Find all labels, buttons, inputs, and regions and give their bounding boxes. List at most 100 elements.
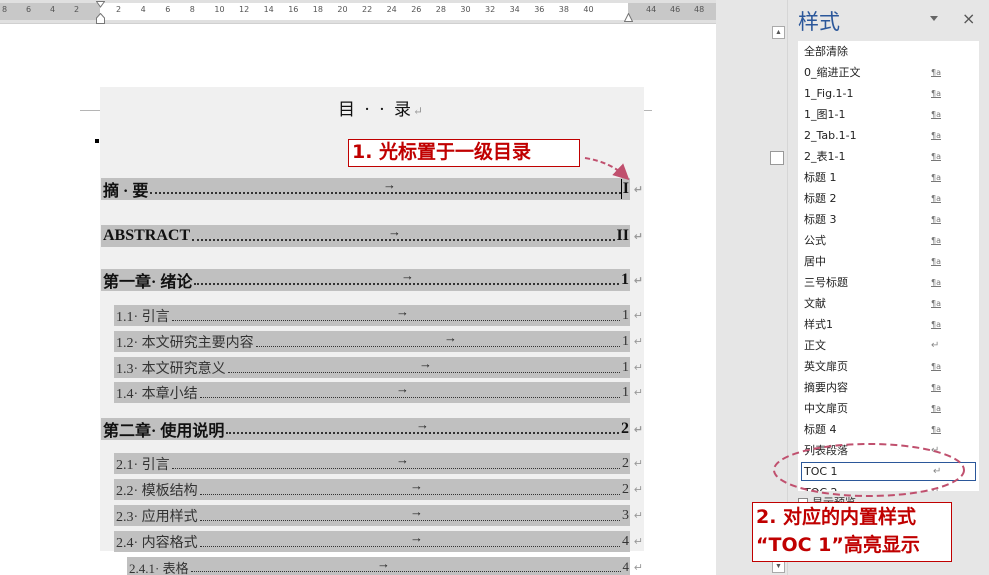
toc-page-number: 2 xyxy=(622,481,629,497)
style-item-selected[interactable]: TOC 1 ↵ xyxy=(800,461,977,482)
ruler-tick: 10 xyxy=(214,5,225,14)
toc-entry-level2[interactable]: 2.2· 模板结构 → 2 ↵ xyxy=(114,478,643,500)
toc-page-number: II xyxy=(616,227,629,244)
linked-style-icon: ¶a xyxy=(931,68,941,77)
toc-entry-text: 2.1· 引言 xyxy=(116,457,170,473)
style-item[interactable]: 正文 ↵ xyxy=(798,335,979,356)
toc-entry-text: 1.4· 本章小结 xyxy=(116,386,198,402)
ruler-tick: 38 xyxy=(558,5,569,14)
ruler-tick: 18 xyxy=(312,5,323,14)
ruler-tick: 2 xyxy=(74,5,80,14)
toc-entry-text: 2.4.1· 表格 xyxy=(129,560,189,575)
toc-entry-text: 2.4· 内容格式 xyxy=(116,535,198,551)
toc-page-number: 3 xyxy=(622,507,629,523)
annotation-callout-step1: 1. 光标置于一级目录 xyxy=(348,139,580,167)
tab-arrow-icon: → xyxy=(419,356,432,371)
style-item-label: 标题 1 xyxy=(804,171,837,184)
style-item[interactable]: 样式1 ¶a xyxy=(798,314,979,335)
toc-entry-level1[interactable]: ABSTRACT → II ↵ xyxy=(101,224,643,247)
style-item[interactable]: 全部清除 xyxy=(798,41,979,62)
style-item[interactable]: TOC 2 ↵ xyxy=(798,482,979,491)
toc-page-number: 1 xyxy=(622,384,629,400)
callout-step2-line1: 2. 对应的内置样式 xyxy=(756,506,917,528)
linked-style-icon: ¶a xyxy=(931,236,941,245)
linked-style-icon: ¶a xyxy=(931,320,941,329)
paragraph-mark: ↵ xyxy=(633,309,643,322)
toc-entry-level2[interactable]: 2.1· 引言 → 2 ↵ xyxy=(114,452,643,474)
toc-entry-text: 1.3· 本文研究意义 xyxy=(116,361,226,377)
scrollbar-thumb[interactable] xyxy=(770,151,784,165)
paragraph-anchor-mark xyxy=(95,139,99,143)
toc-entry-level2[interactable]: 1.4· 本章小结 → 1 ↵ xyxy=(114,381,643,403)
ruler-tick: 40 xyxy=(583,5,594,14)
left-indent-marker[interactable] xyxy=(96,13,105,24)
toc-entry-level2[interactable]: 2.4· 内容格式 → 4 ↵ xyxy=(114,530,643,552)
toc-entry-text: 2.2· 模板结构 xyxy=(116,483,198,499)
first-line-indent-marker[interactable] xyxy=(96,1,105,10)
paragraph-mark: ↵ xyxy=(633,361,643,374)
toc-entry-level1[interactable]: 第二章· 使用说明 → 2 ↵ xyxy=(101,417,643,440)
toc-entry-level3[interactable]: 2.4.1· 表格 → 4 ↵ xyxy=(127,556,643,575)
linked-style-icon: ¶a xyxy=(931,383,941,392)
ruler-tick: 48 xyxy=(694,5,705,14)
scroll-up-button[interactable]: ▲ xyxy=(772,26,785,39)
paragraph-mark: ↵ xyxy=(633,182,643,196)
style-item[interactable]: 列表段落 ↵ xyxy=(798,440,979,461)
margin-corner-mark xyxy=(80,110,102,111)
linked-style-icon: ¶a xyxy=(931,152,941,161)
style-item[interactable]: 英文扉页 ¶a xyxy=(798,356,979,377)
ruler-tick: 8 xyxy=(2,5,8,14)
right-indent-marker[interactable] xyxy=(624,13,633,22)
toc-page-number: 4 xyxy=(622,559,630,574)
horizontal-ruler[interactable]: 8 6 4 2 2 4 6 8 10 12 14 16 18 20 22 24 26 28 30 32 34 36 38 40… xyxy=(0,0,716,24)
style-item[interactable]: 摘要内容 ¶a xyxy=(798,377,979,398)
ruler-tick: 36 xyxy=(534,5,545,14)
ruler-tick: 32 xyxy=(485,5,496,14)
ruler-tick: 20 xyxy=(337,5,348,14)
style-item[interactable]: 标题 2 ¶a xyxy=(798,188,979,209)
toc-dot-leader xyxy=(198,382,622,403)
paragraph-mark: ↵ xyxy=(633,457,643,470)
style-list[interactable]: 全部清除 0_缩进正文 ¶a 1_Fig.1-1 ¶a 1_图1-1 ¶a 2_Tab.1-1… xyxy=(798,41,979,491)
style-item[interactable]: 公式 ¶a xyxy=(798,230,979,251)
toc-entry-level1[interactable]: 第一章· 绪论 → 1 ↵ xyxy=(101,268,643,291)
scroll-up-icon: ▲ xyxy=(775,29,782,36)
ruler-tick: 46 xyxy=(670,5,681,14)
toc-entry-level1[interactable]: 摘 · 要 → I ↵ xyxy=(101,177,643,200)
linked-style-icon: ¶a xyxy=(931,362,941,371)
toc-dot-leader xyxy=(254,331,622,352)
pane-options-dropdown-icon[interactable] xyxy=(928,12,940,24)
style-item[interactable]: 2_表1-1 ¶a xyxy=(798,146,979,167)
tab-arrow-icon: → xyxy=(401,268,414,283)
toc-entry-level2[interactable]: 1.2· 本文研究主要内容 → 1 ↵ xyxy=(114,330,643,352)
style-item[interactable]: 1_图1-1 ¶a xyxy=(798,104,979,125)
toc-entry-level2[interactable]: 2.3· 应用样式 → 3 ↵ xyxy=(114,504,643,526)
style-item[interactable]: 标题 1 ¶a xyxy=(798,167,979,188)
style-item[interactable]: 文献 ¶a xyxy=(798,293,979,314)
style-item[interactable]: 标题 4 ¶a xyxy=(798,419,979,440)
style-item[interactable]: 中文扉页 ¶a xyxy=(798,398,979,419)
style-item[interactable]: 三号标题 ¶a xyxy=(798,272,979,293)
style-item-label: 标题 4 xyxy=(804,423,837,436)
document-area: 8 6 4 2 2 4 6 8 10 12 14 16 18 20 22 24 26 28 30 32 34 36 38 40… xyxy=(0,0,716,575)
style-item[interactable]: 1_Fig.1-1 ¶a xyxy=(798,83,979,104)
scroll-down-icon: ▼ xyxy=(775,563,782,570)
tab-arrow-icon: → xyxy=(444,330,457,345)
style-item[interactable]: 2_Tab.1-1 ¶a xyxy=(798,125,979,146)
paragraph-mark: ↵ xyxy=(633,560,643,574)
ruler-tick: 28 xyxy=(435,5,446,14)
toc-entry-level2[interactable]: 1.3· 本文研究意义 → 1 ↵ xyxy=(114,356,643,378)
paragraph-mark: ↵ xyxy=(633,483,643,496)
paragraph-mark: ↵ xyxy=(633,335,643,348)
paragraph-style-icon: ↵ xyxy=(933,466,942,477)
ruler-tick: 4 xyxy=(50,5,56,14)
pane-close-button[interactable]: × xyxy=(962,9,975,28)
style-item[interactable]: 0_缩进正文 ¶a xyxy=(798,62,979,83)
style-item[interactable]: 标题 3 ¶a xyxy=(798,209,979,230)
tab-arrow-icon: → xyxy=(410,478,423,493)
paragraph-mark: ↵ xyxy=(633,535,643,548)
vertical-scrollbar[interactable]: ▲ ▼ xyxy=(770,24,786,575)
ruler-tick: 14 xyxy=(263,5,274,14)
style-item[interactable]: 居中 ¶a xyxy=(798,251,979,272)
toc-entry-level2[interactable]: 1.1· 引言 → 1 ↵ xyxy=(114,304,643,326)
